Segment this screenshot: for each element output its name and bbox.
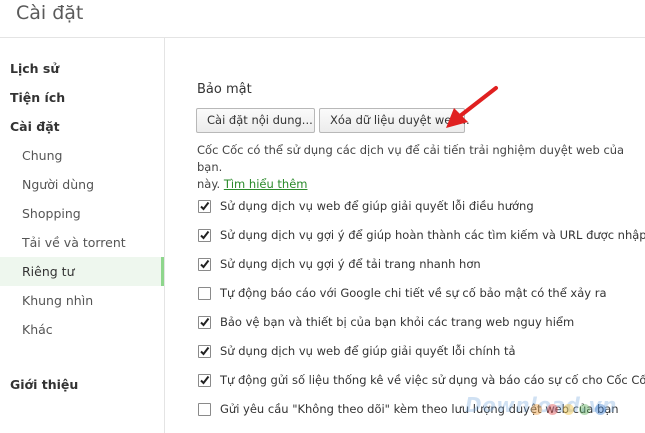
watermark-dot — [595, 404, 606, 415]
checkbox-usage-stats[interactable] — [198, 374, 211, 387]
option-safe-browsing[interactable]: Bảo vệ bạn và thiết bị của bạn khỏi các … — [198, 314, 645, 332]
sidebar-item-other[interactable]: Khác — [0, 315, 164, 344]
watermark-dot — [547, 404, 558, 415]
option-label: Sử dụng dịch vụ gợi ý để tải trang nhanh… — [220, 257, 481, 271]
watermark-logo: Download.vn — [465, 393, 617, 417]
option-security-reports[interactable]: Tự động báo cáo với Google chi tiết về s… — [198, 285, 645, 303]
sidebar-item-settings[interactable]: Cài đặt — [0, 112, 164, 141]
checkbox-spelling[interactable] — [198, 345, 211, 358]
option-label: Tự động gửi số liệu thống kê về việc sử … — [220, 373, 645, 387]
check-icon — [200, 375, 210, 385]
sidebar-item-privacy[interactable]: Riêng tư — [0, 257, 164, 286]
option-search-suggestions[interactable]: Sử dụng dịch vụ gợi ý để giúp hoàn thành… — [198, 227, 645, 245]
sidebar-item-about[interactable]: Giới thiệu — [0, 370, 164, 399]
check-icon — [200, 346, 210, 356]
content-settings-button[interactable]: Cài đặt nội dung... — [196, 108, 315, 133]
checkbox-navigation-errors[interactable] — [198, 200, 211, 213]
sidebar-item-users[interactable]: Người dùng — [0, 170, 164, 199]
option-navigation-errors[interactable]: Sử dụng dịch vụ web để giúp giải quyết l… — [198, 198, 645, 216]
page-title: Cài đặt — [16, 2, 84, 24]
check-icon — [200, 259, 210, 269]
section-title: Bảo mật — [197, 82, 252, 97]
option-label: Sử dụng dịch vụ gợi ý để giúp hoàn thành… — [220, 228, 645, 242]
sidebar-item-shopping[interactable]: Shopping — [0, 199, 164, 228]
sidebar: Lịch sử Tiện ích Cài đặt Chung Người dùn… — [0, 38, 165, 433]
learn-more-link[interactable]: Tìm hiểu thêm — [224, 177, 308, 191]
watermark-dot — [579, 404, 590, 415]
option-spelling[interactable]: Sử dụng dịch vụ web để giúp giải quyết l… — [198, 343, 645, 361]
option-label: Sử dụng dịch vụ web để giúp giải quyết l… — [220, 199, 534, 213]
checkbox-search-suggestions[interactable] — [198, 229, 211, 242]
sidebar-item-general[interactable]: Chung — [0, 141, 164, 170]
check-icon — [200, 230, 210, 240]
settings-content: Bảo mật Cài đặt nội dung... Xóa dữ liệu … — [165, 38, 645, 433]
description-text: Cốc Cốc có thể sử dụng các dịch vụ để cả… — [197, 143, 625, 174]
option-prefetch[interactable]: Sử dụng dịch vụ gợi ý để tải trang nhanh… — [198, 256, 645, 274]
checkbox-security-reports[interactable] — [198, 287, 211, 300]
sidebar-item-history[interactable]: Lịch sử — [0, 54, 164, 83]
option-label: Bảo vệ bạn và thiết bị của bạn khỏi các … — [220, 315, 575, 329]
option-usage-stats[interactable]: Tự động gửi số liệu thống kê về việc sử … — [198, 372, 645, 390]
check-icon — [200, 317, 210, 327]
option-label: Tự động báo cáo với Google chi tiết về s… — [220, 286, 607, 300]
checkbox-do-not-track[interactable] — [198, 403, 211, 416]
description-continued: này. — [197, 177, 221, 191]
watermark-dot — [531, 404, 542, 415]
annotation-arrow-icon — [446, 86, 498, 128]
sidebar-item-downloads[interactable]: Tải về và torrent — [0, 228, 164, 257]
checkbox-safe-browsing[interactable] — [198, 316, 211, 329]
check-icon — [200, 201, 210, 211]
watermark-dot — [563, 404, 574, 415]
checkbox-prefetch[interactable] — [198, 258, 211, 271]
sidebar-item-extensions[interactable]: Tiện ích — [0, 83, 164, 112]
settings-page: Cài đặt Lịch sử Tiện ích Cài đặt Chung N… — [0, 0, 645, 433]
sidebar-item-appearance[interactable]: Khung nhìn — [0, 286, 164, 315]
option-label: Sử dụng dịch vụ web để giúp giải quyết l… — [220, 344, 516, 358]
privacy-description: Cốc Cốc có thể sử dụng các dịch vụ để cả… — [197, 142, 637, 193]
